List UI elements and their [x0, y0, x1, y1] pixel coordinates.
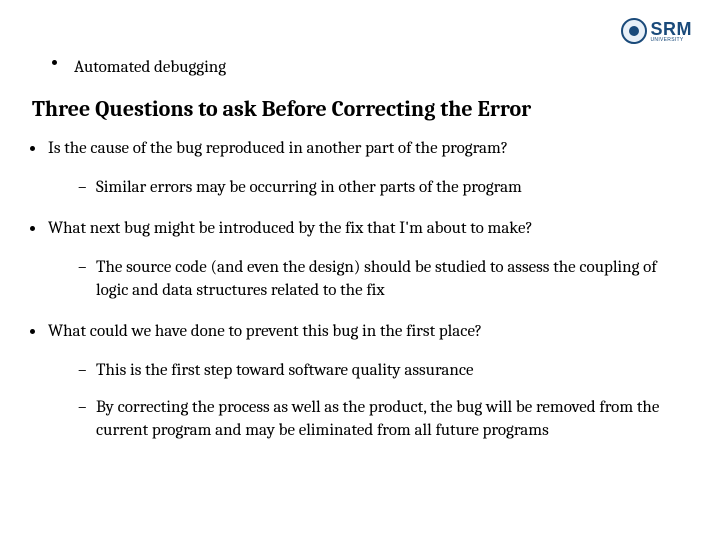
question-1-sub-1-text: Similar errors may be occurring in other… — [96, 178, 522, 197]
question-2-sub-1: The source code (and even the design) sh… — [78, 257, 690, 303]
question-3: What could we have done to prevent this … — [24, 321, 690, 443]
question-3-sub-2: By correcting the process as well as the… — [78, 397, 690, 443]
srm-seal-icon — [621, 18, 647, 44]
question-3-sub-1-text: This is the first step toward software q… — [96, 361, 474, 380]
question-1-text: Is the cause of the bug reproduced in an… — [48, 139, 508, 158]
question-3-sub-1: This is the first step toward software q… — [78, 360, 690, 383]
main-list: Is the cause of the bug reproduced in an… — [24, 138, 690, 460]
question-3-text: What could we have done to prevent this … — [48, 322, 482, 341]
question-3-sub-2-text: By correcting the process as well as the… — [96, 398, 659, 440]
bullet-dot-icon — [52, 60, 57, 65]
question-2-text: What next bug might be introduced by the… — [48, 219, 533, 238]
question-2-sub-1-text: The source code (and even the design) sh… — [96, 258, 657, 300]
srm-logo-text: SRM UNIVERSITY — [651, 20, 693, 43]
question-1-sub: Similar errors may be occurring in other… — [48, 177, 690, 200]
logo-brand: SRM — [651, 20, 693, 38]
slide: SRM UNIVERSITY Automated debugging Three… — [0, 0, 720, 540]
srm-logo: SRM UNIVERSITY — [621, 18, 693, 44]
question-2-sub: The source code (and even the design) sh… — [48, 257, 690, 303]
question-1-sub-1: Similar errors may be occurring in other… — [78, 177, 690, 200]
question-1: Is the cause of the bug reproduced in an… — [24, 138, 690, 200]
slide-heading: Three Questions to ask Before Correcting… — [32, 96, 531, 122]
logo-subline: UNIVERSITY — [651, 38, 693, 43]
top-bullet-text: Automated debugging — [74, 58, 226, 77]
top-bullet: Automated debugging — [56, 58, 226, 77]
question-2: What next bug might be introduced by the… — [24, 218, 690, 303]
question-3-sub: This is the first step toward software q… — [48, 360, 690, 443]
